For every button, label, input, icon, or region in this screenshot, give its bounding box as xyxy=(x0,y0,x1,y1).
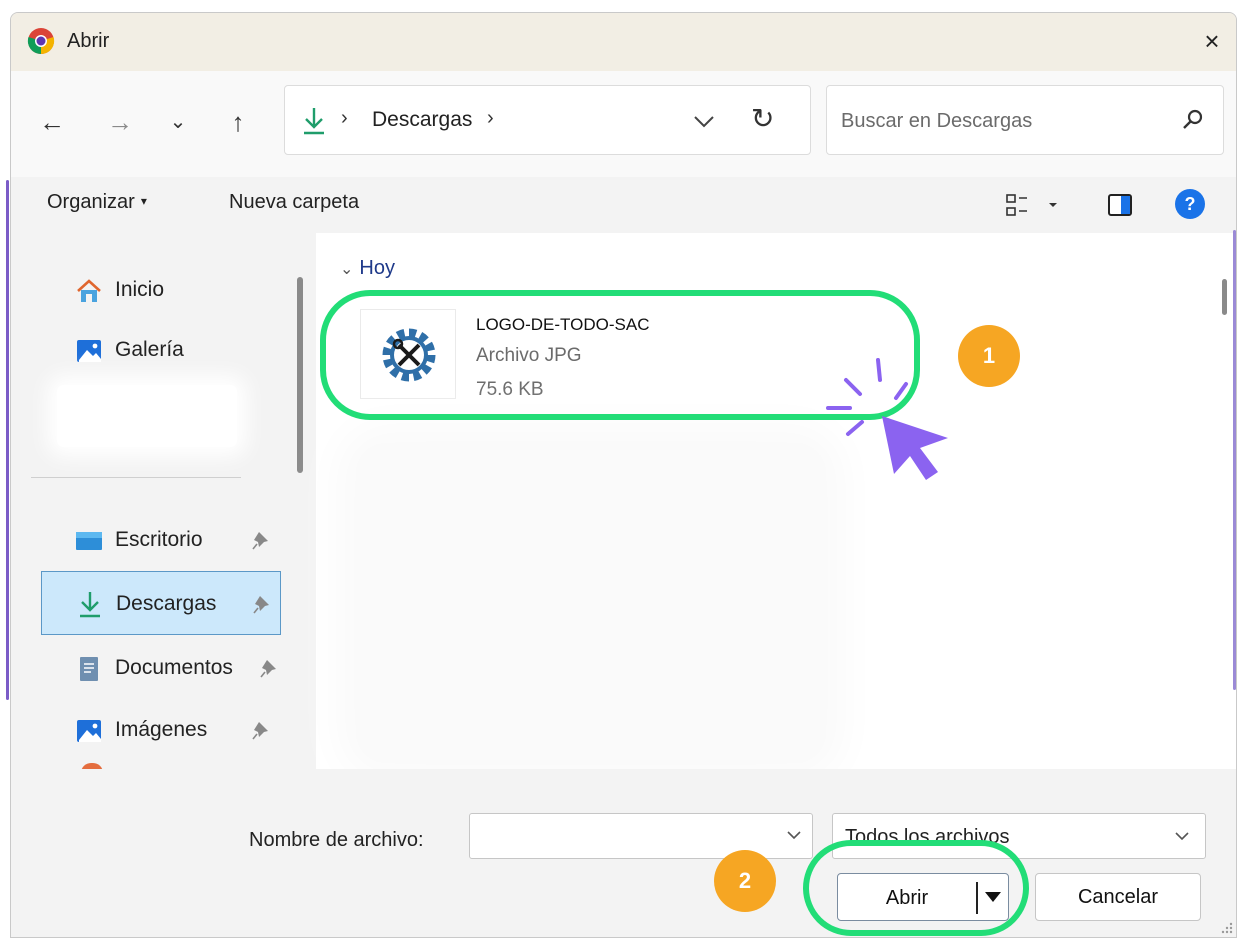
pin-icon[interactable] xyxy=(251,719,271,741)
resize-grip-icon[interactable] xyxy=(1220,921,1234,935)
pin-icon[interactable] xyxy=(252,593,272,615)
sidebar-divider xyxy=(31,477,241,478)
path-separator[interactable]: › xyxy=(487,107,494,130)
filename-label: Nombre de archivo: xyxy=(249,829,424,851)
click-cursor-icon xyxy=(826,358,948,480)
help-icon[interactable]: ? xyxy=(1175,189,1205,219)
breadcrumb-descargas[interactable]: Descargas xyxy=(372,108,472,132)
sidebar-item-label: Imágenes xyxy=(115,718,208,741)
window-edge-accent xyxy=(6,180,9,700)
pin-icon[interactable] xyxy=(251,529,271,551)
title-bar: Abrir × xyxy=(11,13,1236,71)
address-bar[interactable]: › Descargas › ↻ xyxy=(284,85,811,155)
step-badge-1: 1 xyxy=(958,325,1020,387)
home-icon xyxy=(77,279,101,302)
sidebar-item-label: Documentos xyxy=(115,656,233,679)
forward-button[interactable]: → xyxy=(103,105,137,139)
chevron-down-icon xyxy=(1175,832,1189,841)
gallery-icon xyxy=(77,340,101,362)
refresh-button[interactable]: ↻ xyxy=(751,102,774,135)
sidebar-item-imagenes[interactable]: Imágenes xyxy=(41,703,281,757)
redacted-area xyxy=(57,385,237,447)
group-header-hoy[interactable]: ⌄ Hoy xyxy=(340,257,395,280)
caret-down-icon: ▾ xyxy=(140,194,147,208)
navigation-bar: ← → ⌄ ↑ › Descargas › ↻ xyxy=(11,71,1236,177)
open-file-dialog: Abrir × ← → ⌄ ↑ › Descargas › ↻ Buscar e… xyxy=(10,12,1237,938)
group-label: Hoy xyxy=(359,257,395,279)
preview-pane-icon[interactable] xyxy=(1108,193,1132,217)
back-button[interactable]: ← xyxy=(35,105,69,139)
path-separator: › xyxy=(341,107,348,129)
filename-input[interactable] xyxy=(469,813,813,859)
search-box[interactable] xyxy=(826,85,1224,155)
sidebar-item-documentos[interactable]: Documentos xyxy=(41,641,281,695)
redacted-area xyxy=(356,443,826,763)
download-icon xyxy=(304,108,324,135)
search-icon[interactable] xyxy=(1181,108,1205,132)
view-options-icon[interactable] xyxy=(1005,191,1067,221)
sidebar-item-label: Escritorio xyxy=(115,528,203,551)
desktop-folder-icon xyxy=(76,532,102,550)
chevron-down-icon: ⌄ xyxy=(340,261,354,278)
sidebar-item-label: Inicio xyxy=(115,278,165,301)
cancel-button[interactable]: Cancelar xyxy=(1035,873,1201,921)
new-folder-button[interactable]: Nueva carpeta xyxy=(229,191,359,214)
sidebar-item-inicio[interactable]: Inicio xyxy=(41,263,281,317)
chevron-down-icon[interactable] xyxy=(689,108,719,134)
content-scrollbar[interactable] xyxy=(1222,279,1227,315)
sidebar-item-label: Descargas xyxy=(116,592,217,615)
search-input[interactable] xyxy=(841,106,1161,136)
close-button[interactable]: × xyxy=(1192,21,1232,61)
organize-label: Organizar xyxy=(47,191,135,213)
chrome-icon xyxy=(27,28,55,55)
sidebar-item-galeria[interactable]: Galería xyxy=(41,323,281,377)
documents-icon xyxy=(80,657,98,681)
command-bar: Organizar ▾ Nueva carpeta ? xyxy=(11,177,1236,233)
sidebar-item-label: Galería xyxy=(115,338,184,361)
highlight-open-button xyxy=(803,840,1029,936)
chevron-down-icon[interactable] xyxy=(785,827,803,843)
sidebar-item-descargas[interactable]: Descargas xyxy=(41,571,281,635)
pin-icon[interactable] xyxy=(259,657,279,679)
download-icon xyxy=(80,592,100,618)
window-edge-accent xyxy=(1233,230,1236,690)
sidebar-item-escritorio[interactable]: Escritorio xyxy=(41,513,281,567)
up-button[interactable]: ↑ xyxy=(221,105,255,139)
dialog-footer: Nombre de archivo: Todos los archivos Ab… xyxy=(11,769,1236,937)
sidebar-scrollbar[interactable] xyxy=(297,277,303,473)
navigation-pane: Inicio Galería Escritorio Descargas Docu… xyxy=(11,233,315,773)
dialog-title: Abrir xyxy=(67,30,110,52)
pictures-icon xyxy=(77,720,101,742)
recent-locations-button[interactable]: ⌄ xyxy=(161,105,195,139)
organize-menu[interactable]: Organizar ▾ xyxy=(47,191,147,214)
step-badge-2: 2 xyxy=(714,850,776,912)
